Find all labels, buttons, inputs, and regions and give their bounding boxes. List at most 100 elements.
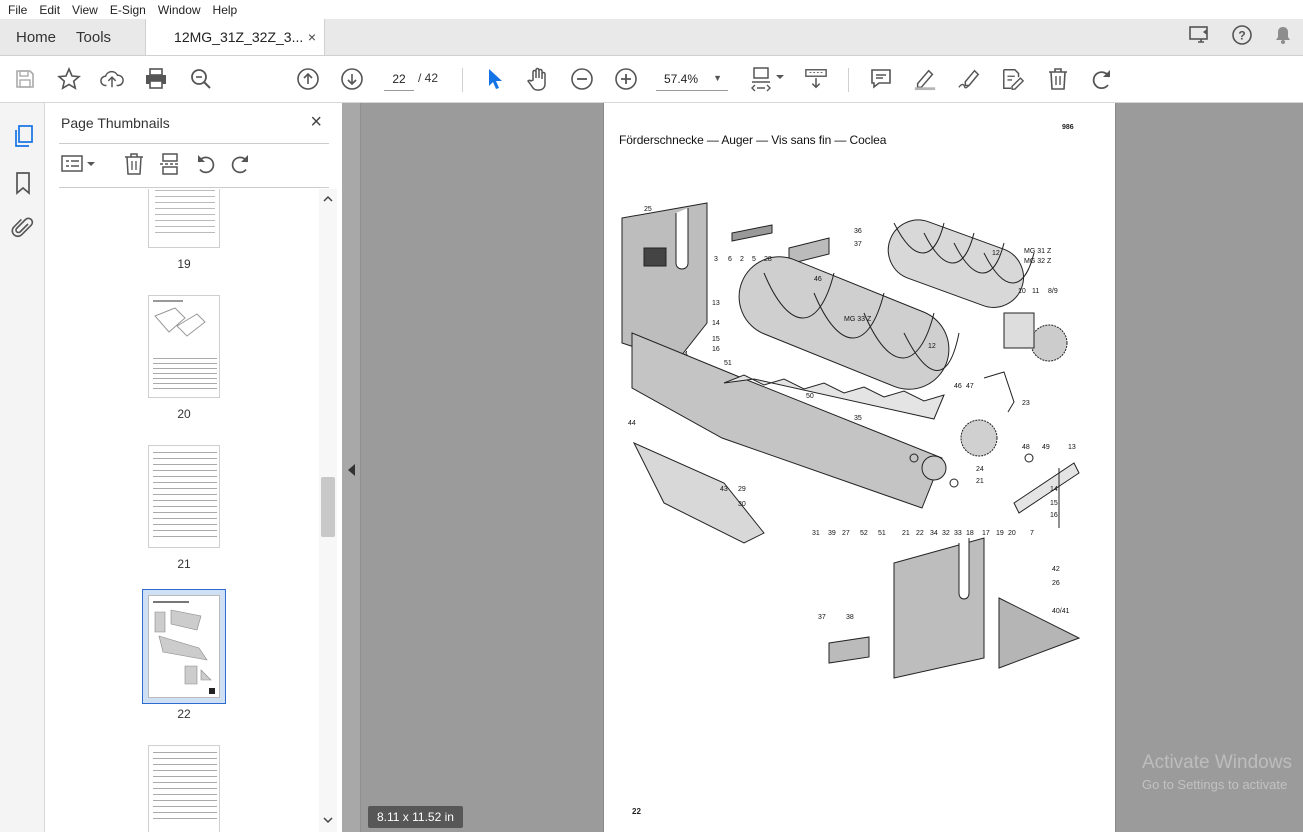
callout-mg32z: MG 32 Z bbox=[1024, 258, 1052, 265]
collapse-left-arrow-icon[interactable] bbox=[348, 463, 356, 481]
scroll-up-chevron-icon[interactable] bbox=[323, 191, 333, 209]
page-dimensions-tooltip: 8.11 x 11.52 in bbox=[368, 806, 463, 828]
callout-31: 31 bbox=[812, 530, 820, 537]
save-icon[interactable] bbox=[13, 67, 37, 91]
navigation-rail bbox=[0, 103, 45, 832]
thumbnail-list: 19 20 21 22 bbox=[45, 189, 323, 832]
highlight-pen-icon[interactable] bbox=[913, 67, 937, 91]
scroll-down-chevron-icon[interactable] bbox=[323, 812, 333, 830]
callout-13b: 13 bbox=[1068, 444, 1076, 451]
callout-12b: 12 bbox=[928, 343, 936, 350]
callout-42: 42 bbox=[1052, 566, 1060, 573]
zoom-out-icon[interactable] bbox=[570, 67, 594, 91]
callout-11: 11 bbox=[1032, 288, 1039, 295]
bookmarks-icon[interactable] bbox=[11, 171, 35, 195]
close-tab-button[interactable]: × bbox=[308, 29, 316, 45]
menu-help[interactable]: Help bbox=[207, 3, 244, 17]
panel-divider bbox=[59, 187, 329, 188]
callout-23: 23 bbox=[1022, 400, 1030, 407]
callout-5: 5 bbox=[752, 256, 756, 263]
edit-pdf-icon[interactable] bbox=[1001, 67, 1025, 91]
select-cursor-icon[interactable] bbox=[482, 67, 506, 91]
scrollbar-thumb[interactable] bbox=[321, 477, 335, 537]
delete-page-icon[interactable] bbox=[123, 152, 145, 180]
help-icon[interactable]: ? bbox=[1231, 24, 1253, 51]
rotate-clockwise-icon[interactable] bbox=[229, 153, 251, 180]
print-icon[interactable] bbox=[144, 67, 168, 91]
panel-title: Page Thumbnails bbox=[61, 115, 170, 131]
delete-trash-icon[interactable] bbox=[1046, 67, 1070, 91]
callout-24: 24 bbox=[976, 466, 984, 473]
rotate-clockwise-icon[interactable] bbox=[1090, 67, 1114, 91]
share-screen-icon[interactable] bbox=[1189, 25, 1211, 50]
toolbar-divider bbox=[462, 68, 463, 92]
menu-window[interactable]: Window bbox=[152, 3, 207, 17]
callout-20: 20 bbox=[1008, 530, 1016, 537]
callout-15: 15 bbox=[712, 336, 720, 343]
menu-edit[interactable]: Edit bbox=[33, 3, 66, 17]
callout-35: 35 bbox=[854, 415, 862, 422]
bookmark-star-icon[interactable] bbox=[57, 67, 81, 91]
thumbnail-page-19[interactable] bbox=[148, 189, 220, 248]
thumbnail-page-23[interactable] bbox=[148, 745, 220, 832]
hand-tool-icon[interactable] bbox=[526, 67, 550, 91]
menu-view[interactable]: View bbox=[66, 3, 104, 17]
callout-10: 10 bbox=[1018, 288, 1026, 295]
rotate-counterclockwise-icon[interactable] bbox=[195, 153, 217, 180]
close-panel-button[interactable]: × bbox=[310, 111, 322, 134]
tab-document[interactable]: 12MG_31Z_32Z_3... × bbox=[145, 19, 326, 55]
sign-pen-icon[interactable] bbox=[957, 67, 981, 91]
document-tab-title: 12MG_31Z_32Z_3... bbox=[174, 29, 304, 45]
callout-44: 44 bbox=[628, 420, 636, 427]
tab-tools[interactable]: Tools bbox=[70, 19, 125, 55]
toolbar-divider bbox=[848, 68, 849, 92]
callout-19: 19 bbox=[996, 530, 1004, 537]
panel-collapse-handle[interactable] bbox=[342, 103, 361, 832]
callout-37: 37 bbox=[854, 241, 862, 248]
thumbnail-options-icon[interactable] bbox=[61, 153, 97, 180]
panel-divider bbox=[59, 143, 329, 144]
callout-26: 26 bbox=[1052, 580, 1060, 587]
next-page-icon[interactable] bbox=[340, 67, 364, 91]
callout-2: 2 bbox=[740, 256, 744, 263]
callout-14b: 14 bbox=[1050, 486, 1058, 493]
callout-16: 16 bbox=[712, 346, 720, 353]
callout-29: 29 bbox=[738, 486, 746, 493]
zoom-in-icon[interactable] bbox=[614, 67, 638, 91]
pdf-page: Förderschnecke — Auger — Vis sans fin — … bbox=[603, 103, 1116, 832]
thumbnail-page-20[interactable] bbox=[148, 295, 220, 398]
comment-icon[interactable] bbox=[869, 67, 893, 91]
thumbnail-page-22-selected[interactable] bbox=[142, 589, 226, 704]
callout-28: 28 bbox=[764, 256, 772, 263]
callout-17: 17 bbox=[982, 530, 990, 537]
zoom-level-select[interactable]: 57.4% ▼ bbox=[656, 67, 728, 91]
attachments-paperclip-icon[interactable] bbox=[11, 216, 35, 240]
page-fit-icon[interactable] bbox=[750, 67, 786, 92]
callout-6: 6 bbox=[728, 256, 732, 263]
thumbnail-label: 20 bbox=[177, 407, 191, 421]
thumbnail-page-21[interactable] bbox=[148, 445, 220, 548]
zoom-level-value: 57.4% bbox=[664, 71, 699, 86]
menu-esign[interactable]: E-Sign bbox=[104, 3, 152, 17]
callout-8-9: 8/9 bbox=[1048, 288, 1058, 295]
tab-home[interactable]: Home bbox=[0, 19, 70, 55]
callout-49: 49 bbox=[1042, 444, 1050, 451]
callout-21: 21 bbox=[976, 478, 984, 485]
scroll-mode-icon[interactable] bbox=[804, 67, 828, 91]
menu-file[interactable]: File bbox=[2, 3, 33, 17]
extract-pages-icon[interactable] bbox=[159, 152, 181, 180]
page-number-input[interactable]: 22 bbox=[384, 67, 414, 91]
thumbnail-scrollbar[interactable] bbox=[319, 189, 337, 832]
find-zoom-icon[interactable] bbox=[189, 67, 213, 91]
callout-40-41: 40/41 bbox=[1052, 608, 1070, 615]
callout-mg31z: MG 31 Z bbox=[1024, 248, 1052, 255]
upload-cloud-icon[interactable] bbox=[100, 67, 124, 91]
notifications-bell-icon[interactable] bbox=[1273, 25, 1293, 50]
callout-27: 27 bbox=[842, 530, 850, 537]
panel-toolbar bbox=[61, 152, 251, 180]
callout-34: 34 bbox=[930, 530, 938, 537]
page-count: / 42 bbox=[418, 71, 439, 85]
callout-14: 14 bbox=[712, 320, 720, 327]
previous-page-icon[interactable] bbox=[296, 67, 320, 91]
page-thumbnails-icon[interactable] bbox=[11, 124, 35, 148]
